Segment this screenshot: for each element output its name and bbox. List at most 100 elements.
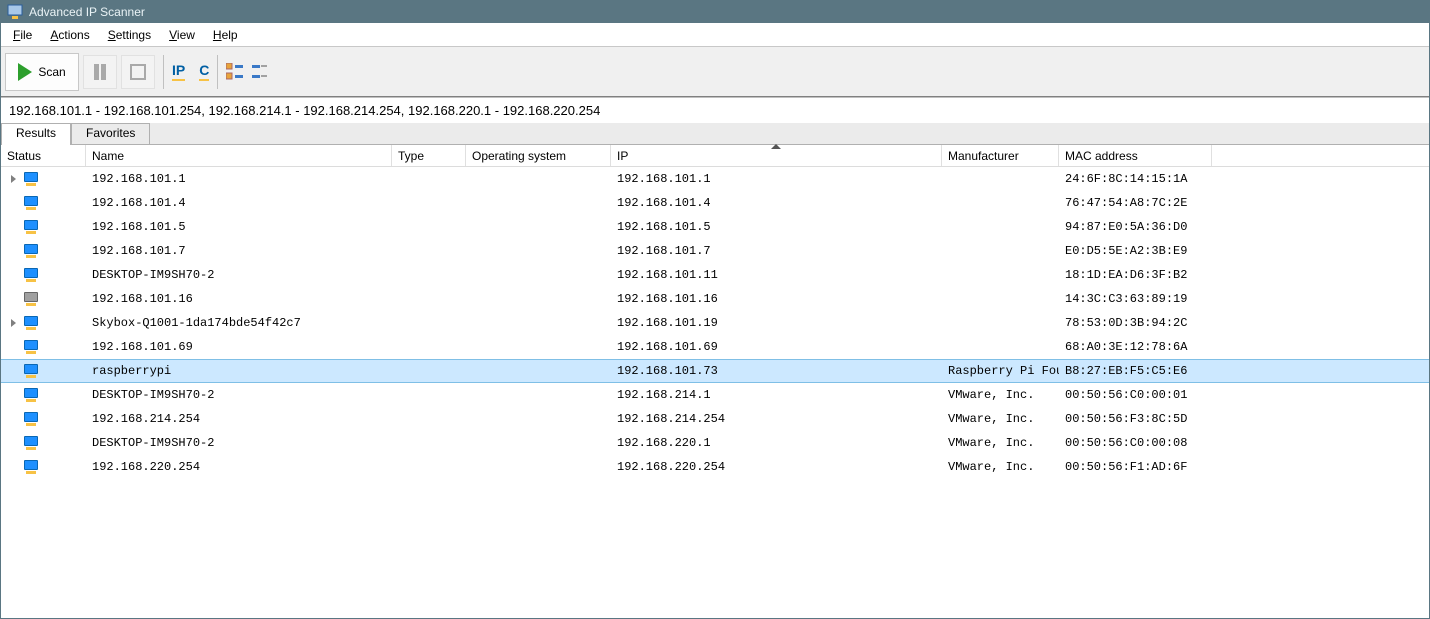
column-mac[interactable]: MAC address — [1059, 145, 1212, 166]
status-icon — [23, 460, 39, 474]
table-row[interactable]: 192.168.101.4192.168.101.476:47:54:A8:7C… — [1, 191, 1429, 215]
name-cell: DESKTOP-IM9SH70-2 — [86, 436, 392, 450]
table-row[interactable]: Skybox-Q1001-1da174bde54f42c7 192.168.101… — [1, 311, 1429, 335]
name-cell: DESKTOP-IM9SH70-2 — [86, 388, 392, 402]
ip-cell: 192.168.101.69 — [611, 340, 942, 354]
scan-button[interactable]: Scan — [5, 53, 79, 91]
mac-cell: 78:53:0D:3B:94:2C — [1059, 316, 1212, 330]
status-cell — [1, 220, 86, 234]
name-cell: 192.168.220.254 — [86, 460, 392, 474]
table-row[interactable]: 192.168.214.254192.168.214.254VMware, In… — [1, 407, 1429, 431]
expand-icon — [7, 221, 19, 233]
status-icon — [23, 316, 39, 330]
manufacturer-cell: VMware, Inc. — [942, 436, 1059, 450]
toolbar-separator — [163, 55, 164, 89]
column-status[interactable]: Status — [1, 145, 86, 166]
status-icon — [23, 388, 39, 402]
mac-cell: 00:50:56:C0:00:01 — [1059, 388, 1212, 402]
expand-icon — [7, 461, 19, 473]
expand-icon — [7, 269, 19, 281]
status-icon — [23, 244, 39, 258]
status-icon — [23, 220, 39, 234]
pause-icon — [94, 64, 106, 80]
table-row[interactable]: 192.168.101.5 192.168.101.5 94:87:E0:5A:36… — [1, 215, 1429, 239]
ip-cell: 192.168.101.1 — [611, 172, 942, 186]
manufacturer-cell: VMware, Inc. — [942, 388, 1059, 402]
expand-icon — [7, 197, 19, 209]
status-cell — [1, 436, 86, 450]
ip-cell: 192.168.101.5 — [611, 220, 942, 234]
table-row[interactable]: 192.168.101.7192.168.101.7E0:D5:5E:A2:3B… — [1, 239, 1429, 263]
name-cell: 192.168.101.1 — [86, 172, 392, 186]
manufacturer-cell: VMware, Inc. — [942, 412, 1059, 426]
menu-view[interactable]: View — [161, 26, 203, 44]
ip-cell: 192.168.101.73 — [611, 364, 942, 378]
table-row[interactable]: 192.168.101.1 192.168.101.1 24:6F:8C:14:15… — [1, 167, 1429, 191]
tab-results[interactable]: Results — [1, 123, 71, 145]
table-row[interactable]: DESKTOP-IM9SH70-2 192.168.101.11 18:1D:EA:… — [1, 263, 1429, 287]
expand-icon — [7, 437, 19, 449]
play-icon — [18, 63, 32, 81]
tab-favorites[interactable]: Favorites — [71, 123, 150, 144]
tree-expand-icon — [226, 63, 244, 81]
c-icon: C — [199, 62, 209, 81]
status-cell — [1, 340, 86, 354]
ip-cell: 192.168.101.11 — [611, 268, 942, 282]
name-cell: 192.168.101.4 — [86, 196, 392, 210]
tree-options[interactable] — [226, 63, 270, 81]
status-icon — [23, 412, 39, 426]
table-row[interactable]: DESKTOP-IM9SH70-2192.168.220.1VMware, In… — [1, 431, 1429, 455]
name-cell: 192.168.101.7 — [86, 244, 392, 258]
table-row[interactable]: DESKTOP-IM9SH70-2 192.168.214.1VMware, In… — [1, 383, 1429, 407]
ip-cell: 192.168.101.19 — [611, 316, 942, 330]
status-cell — [1, 268, 86, 282]
mac-cell: E0:D5:5E:A2:3B:E9 — [1059, 244, 1212, 258]
mac-cell: 24:6F:8C:14:15:1A — [1059, 172, 1212, 186]
ip-c-buttons[interactable]: IP C — [172, 62, 209, 81]
app-icon — [7, 4, 23, 20]
toolbar-separator — [217, 55, 218, 89]
status-cell — [1, 292, 86, 306]
ip-range-input[interactable] — [7, 102, 1423, 119]
mac-cell: 68:A0:3E:12:78:6A — [1059, 340, 1212, 354]
menubar: File Actions Settings View Help — [1, 23, 1429, 47]
status-icon — [23, 268, 39, 282]
name-cell: 192.168.101.16 — [86, 292, 392, 306]
status-icon — [23, 364, 39, 378]
mac-cell: B8:27:EB:F5:C5:E6 — [1059, 364, 1212, 378]
tab-results-label: Results — [16, 126, 56, 140]
grid-header: Status Name Type Operating system IP Man… — [1, 145, 1429, 167]
column-manufacturer[interactable]: Manufacturer — [942, 145, 1059, 166]
expand-icon[interactable] — [7, 173, 19, 185]
table-row[interactable]: 192.168.220.254192.168.220.254VMware, In… — [1, 455, 1429, 479]
name-cell: Skybox-Q1001-1da174bde54f42c7 — [86, 316, 392, 330]
grid-rows: 192.168.101.1 192.168.101.1 24:6F:8C:14:15… — [1, 167, 1429, 618]
mac-cell: 94:87:E0:5A:36:D0 — [1059, 220, 1212, 234]
ip-cell: 192.168.214.1 — [611, 388, 942, 402]
expand-icon — [7, 293, 19, 305]
mac-cell: 00:50:56:F3:8C:5D — [1059, 412, 1212, 426]
name-cell: 192.168.101.5 — [86, 220, 392, 234]
menu-help[interactable]: Help — [205, 26, 246, 44]
menu-file[interactable]: File — [5, 26, 40, 44]
status-cell — [1, 244, 86, 258]
column-name[interactable]: Name — [86, 145, 392, 166]
mac-cell: 14:3C:C3:63:89:19 — [1059, 292, 1212, 306]
ip-cell: 192.168.101.16 — [611, 292, 942, 306]
table-row[interactable]: 192.168.101.69192.168.101.6968:A0:3E:12:… — [1, 335, 1429, 359]
menu-settings[interactable]: Settings — [100, 26, 159, 44]
column-type[interactable]: Type — [392, 145, 466, 166]
expand-icon[interactable] — [7, 317, 19, 329]
table-row[interactable]: 192.168.101.16 192.168.101.16 14:3C:C3:63:… — [1, 287, 1429, 311]
mac-cell: 18:1D:EA:D6:3F:B2 — [1059, 268, 1212, 282]
ip-cell: 192.168.214.254 — [611, 412, 942, 426]
tree-collapse-icon — [252, 63, 270, 81]
stop-button[interactable] — [121, 55, 155, 89]
pause-button[interactable] — [83, 55, 117, 89]
name-cell: DESKTOP-IM9SH70-2 — [86, 268, 392, 282]
menu-actions[interactable]: Actions — [42, 26, 97, 44]
column-os[interactable]: Operating system — [466, 145, 611, 166]
table-row[interactable]: raspberrypi192.168.101.73Raspberry Pi Fo… — [1, 359, 1429, 383]
column-ip[interactable]: IP — [611, 145, 942, 166]
expand-icon — [7, 341, 19, 353]
